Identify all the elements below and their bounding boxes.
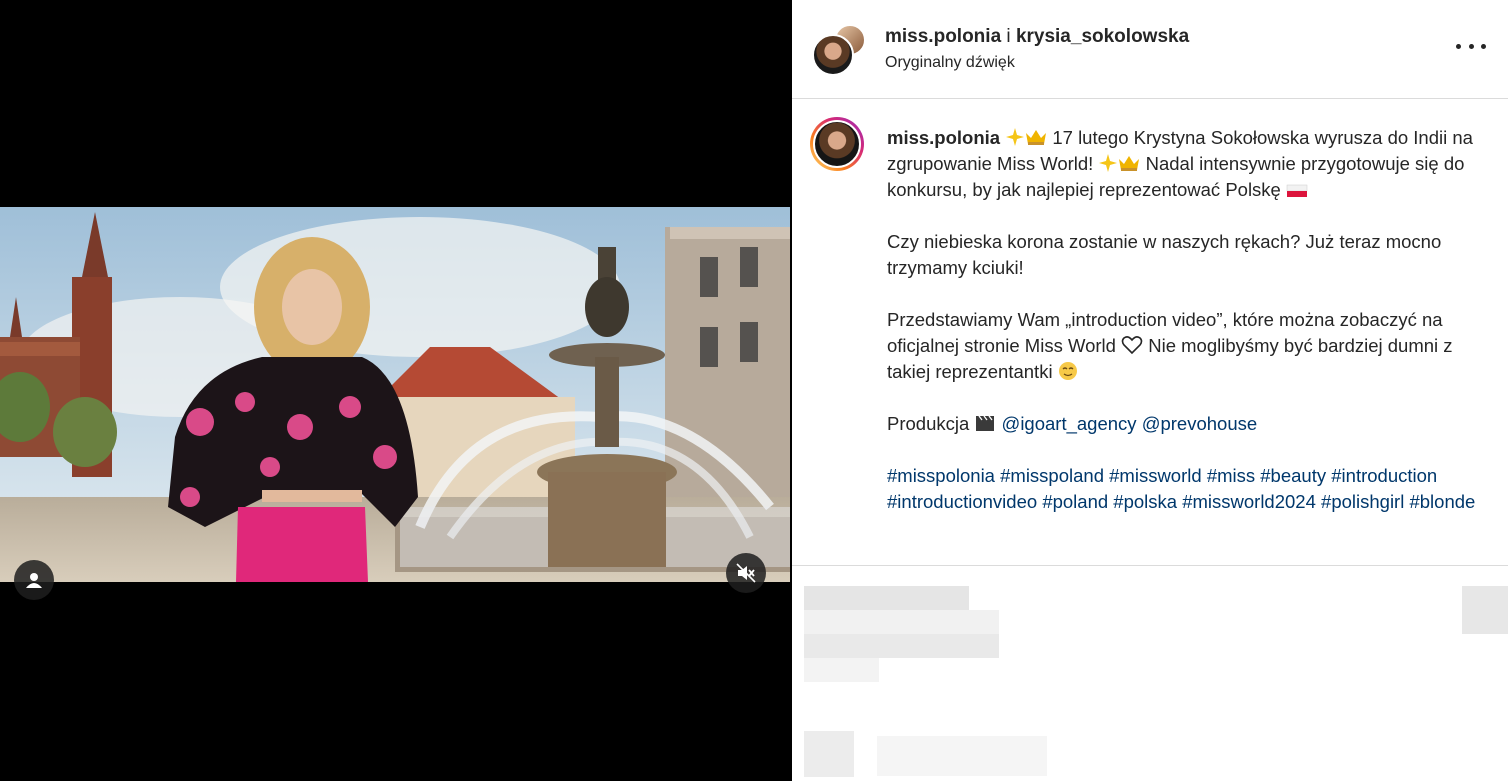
- hashtag-link[interactable]: #misspolonia: [887, 465, 995, 486]
- redacted-block: [804, 731, 854, 777]
- comments-section: [792, 565, 1508, 781]
- production-label: Produkcja: [887, 413, 970, 434]
- hashtag-link[interactable]: #missworld2024: [1182, 491, 1316, 512]
- caption-text: miss.polonia 17 lutego Krystyna Sokołows…: [887, 125, 1487, 515]
- sparkles-icon: [1099, 154, 1118, 172]
- hashtag-link[interactable]: #polishgirl: [1321, 491, 1404, 512]
- mention-link[interactable]: @igoart_agency: [1002, 413, 1137, 434]
- redacted-block: [1462, 586, 1508, 634]
- caption-avatar[interactable]: [810, 117, 864, 171]
- caption-username-link[interactable]: miss.polonia: [887, 127, 1000, 148]
- speaker-muted-icon: [736, 563, 756, 583]
- media-viewer: [0, 0, 790, 780]
- user-tag-button[interactable]: [14, 560, 54, 600]
- post-header: miss.polonia i krysia_sokolowska Orygina…: [792, 0, 1508, 99]
- clapper-board-icon: [976, 415, 995, 431]
- relieved-face-icon: [1058, 362, 1077, 380]
- joiner-text: i: [1006, 26, 1011, 47]
- caption-paragraph2: Czy niebieska korona zostanie w naszych …: [887, 231, 1442, 278]
- more-options-icon: [1456, 43, 1461, 49]
- dot: [1468, 43, 1474, 49]
- sparkles-icon: [1006, 128, 1025, 146]
- post-caption: miss.polonia 17 lutego Krystyna Sokołows…: [792, 99, 1508, 564]
- redacted-block: [804, 586, 969, 610]
- avatar-image: [813, 120, 861, 168]
- hashtag-link[interactable]: #introduction: [1331, 465, 1437, 486]
- collab-avatars[interactable]: [812, 24, 866, 76]
- hashtag-link[interactable]: #missworld: [1109, 465, 1202, 486]
- collab-usernames: miss.polonia i krysia_sokolowska: [885, 26, 1189, 48]
- mute-button[interactable]: [726, 553, 766, 593]
- redacted-block: [804, 610, 999, 634]
- hashtag-link[interactable]: #miss: [1207, 465, 1255, 486]
- hashtag-link[interactable]: #poland: [1042, 491, 1108, 512]
- poland-flag-icon: [1286, 184, 1308, 197]
- video-player[interactable]: [0, 207, 790, 582]
- hashtag-link[interactable]: #polska: [1113, 491, 1177, 512]
- mention-link[interactable]: @prevohouse: [1142, 413, 1257, 434]
- crown-icon: [1119, 156, 1140, 171]
- redacted-block: [877, 736, 1047, 776]
- dot: [1481, 43, 1486, 49]
- avatar-primary: [812, 34, 854, 76]
- audio-link[interactable]: Oryginalny dźwięk: [885, 54, 1015, 72]
- heart-outline-icon: [1121, 336, 1143, 355]
- hashtag-link[interactable]: #introductionvideo: [887, 491, 1037, 512]
- user-tag-icon: [26, 573, 42, 588]
- more-options-button[interactable]: [1456, 34, 1486, 58]
- post-details-panel: miss.polonia i krysia_sokolowska Orygina…: [792, 0, 1508, 781]
- video-frame-image: [0, 207, 790, 582]
- redacted-block: [804, 634, 999, 658]
- crown-icon: [1026, 130, 1047, 145]
- username-secondary-link[interactable]: krysia_sokolowska: [1016, 26, 1189, 47]
- hashtag-link[interactable]: #misspoland: [1000, 465, 1104, 486]
- hashtag-link[interactable]: #blonde: [1409, 491, 1475, 512]
- username-primary-link[interactable]: miss.polonia: [885, 26, 1001, 47]
- hashtag-link[interactable]: #beauty: [1260, 465, 1326, 486]
- redacted-block: [804, 658, 879, 682]
